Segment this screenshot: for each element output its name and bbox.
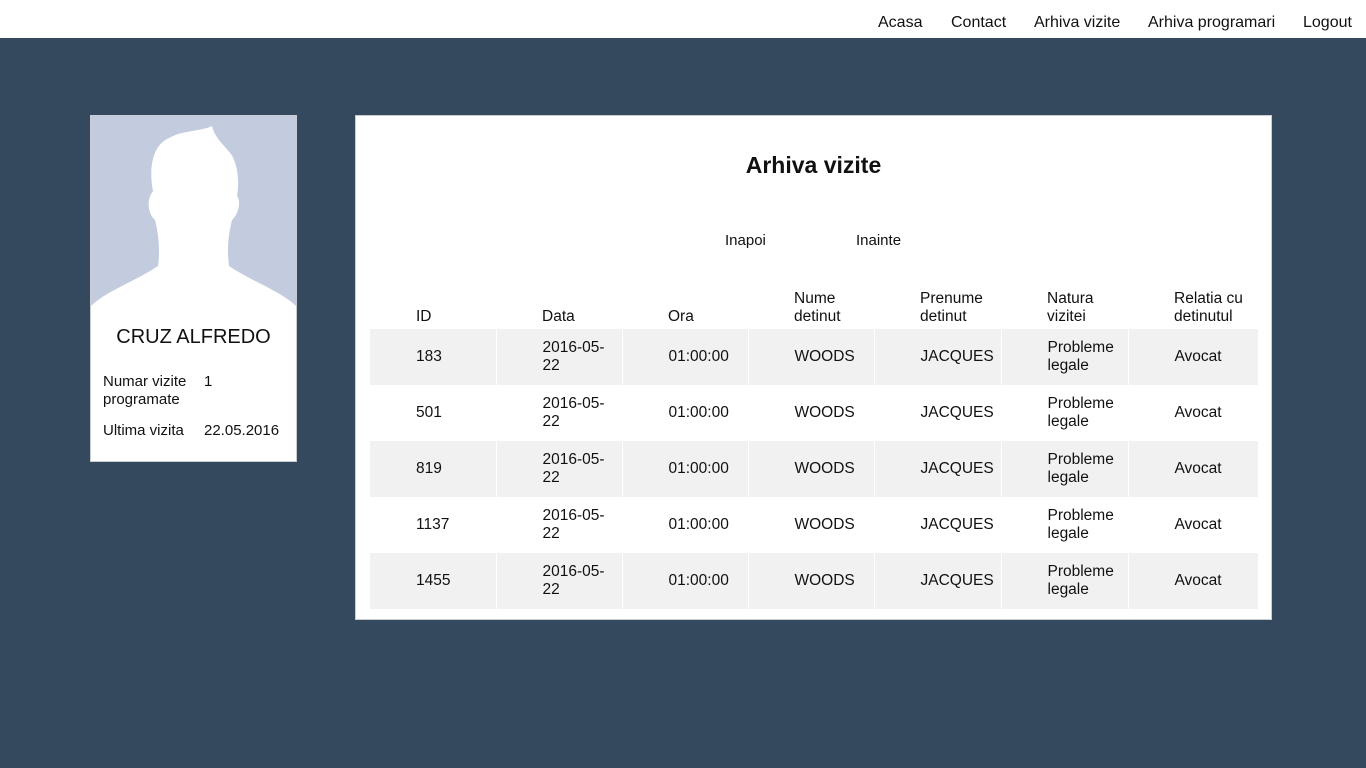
cell-time: 01:00:00 (622, 385, 749, 441)
column-header-prenume-detinut: Prenume detinut (920, 290, 983, 325)
column-header-id: ID (416, 308, 432, 325)
nav-link-arhiva-programari[interactable]: Arhiva programari (1148, 14, 1275, 32)
table-header-row: ID Data Ora Nume detinut Prenume detinut… (370, 274, 1258, 329)
cell-visit-nature: Probleme legale (1001, 329, 1129, 385)
cell-relation: Avocat (1128, 497, 1258, 553)
cell-last-name: WOODS (748, 497, 875, 553)
stat-label-last-visit: Ultima vizita (103, 422, 184, 439)
cell-first-name: JACQUES (874, 497, 1002, 553)
cell-date: 2016-05-22 (496, 329, 623, 385)
cell-id: 501 (370, 385, 497, 441)
stat-value-visits: 1 (204, 373, 213, 390)
nav-link-logout[interactable]: Logout (1303, 14, 1352, 32)
stat-value-last-visit: 22.05.2016 (204, 422, 280, 439)
cell-time: 01:00:00 (622, 329, 749, 385)
cell-date: 2016-05-22 (496, 497, 623, 553)
cell-time: 01:00:00 (622, 497, 749, 553)
cell-first-name: JACQUES (874, 329, 1002, 385)
nav-link-arhiva-vizite[interactable]: Arhiva vizite (1034, 14, 1120, 32)
cell-last-name: WOODS (748, 441, 875, 497)
cell-first-name: JACQUES (874, 385, 1002, 441)
cell-date: 2016-05-22 (496, 385, 623, 441)
page-title: Arhiva vizite (745, 152, 882, 178)
cell-relation: Avocat (1128, 441, 1258, 497)
cell-first-name: JACQUES (874, 553, 1002, 609)
cell-id: 183 (370, 329, 497, 385)
table-row: 501 2016-05-22 01:00:00 WOODS JACQUES Pr… (370, 385, 1258, 441)
cell-relation: Avocat (1128, 553, 1258, 609)
profile-name: CRUZ ALFREDO (116, 326, 271, 348)
pager-next-link[interactable]: Inainte (856, 232, 901, 250)
cell-date: 2016-05-22 (496, 553, 623, 609)
cell-relation: Avocat (1128, 385, 1258, 441)
cell-time: 01:00:00 (622, 441, 749, 497)
table-row: 819 2016-05-22 01:00:00 WOODS JACQUES Pr… (370, 441, 1258, 497)
stat-label-visits: Numar vizite programate (103, 373, 187, 408)
column-header-nume-detinut: Nume detinut (794, 290, 841, 325)
cell-last-name: WOODS (748, 329, 875, 385)
cell-time: 01:00:00 (622, 553, 749, 609)
pager-prev-link[interactable]: Inapoi (725, 232, 766, 250)
cell-first-name: JACQUES (874, 441, 1002, 497)
column-header-relatia: Relatia cu detinutul (1174, 290, 1243, 325)
table-row: 1137 2016-05-22 01:00:00 WOODS JACQUES P… (370, 497, 1258, 553)
visits-table: ID Data Ora Nume detinut Prenume detinut… (370, 274, 1258, 609)
cell-last-name: WOODS (748, 553, 875, 609)
nav-link-contact[interactable]: Contact (951, 14, 1006, 32)
column-header-ora: Ora (668, 308, 694, 325)
cell-visit-nature: Probleme legale (1001, 441, 1129, 497)
cell-last-name: WOODS (748, 385, 875, 441)
column-header-data: Data (542, 308, 575, 325)
column-header-natura-vizitei: Natura vizitei (1047, 290, 1094, 325)
cell-id: 1455 (370, 553, 497, 609)
cell-date: 2016-05-22 (496, 441, 623, 497)
visits-archive-panel: Arhiva vizite Inapoi Inainte ID Data Ora… (355, 115, 1272, 620)
profile-card: CRUZ ALFREDO Numar vizite programate 1 U… (90, 115, 297, 462)
top-navbar: Acasa Contact Arhiva vizite Arhiva progr… (0, 0, 1366, 38)
cell-relation: Avocat (1128, 329, 1258, 385)
nav-link-acasa[interactable]: Acasa (878, 14, 922, 32)
cell-id: 819 (370, 441, 497, 497)
cell-visit-nature: Probleme legale (1001, 497, 1129, 553)
cell-visit-nature: Probleme legale (1001, 385, 1129, 441)
table-row: 1455 2016-05-22 01:00:00 WOODS JACQUES P… (370, 553, 1258, 609)
cell-id: 1137 (370, 497, 497, 553)
user-silhouette-icon (91, 116, 296, 311)
table-row: 183 2016-05-22 01:00:00 WOODS JACQUES Pr… (370, 329, 1258, 385)
cell-visit-nature: Probleme legale (1001, 553, 1129, 609)
